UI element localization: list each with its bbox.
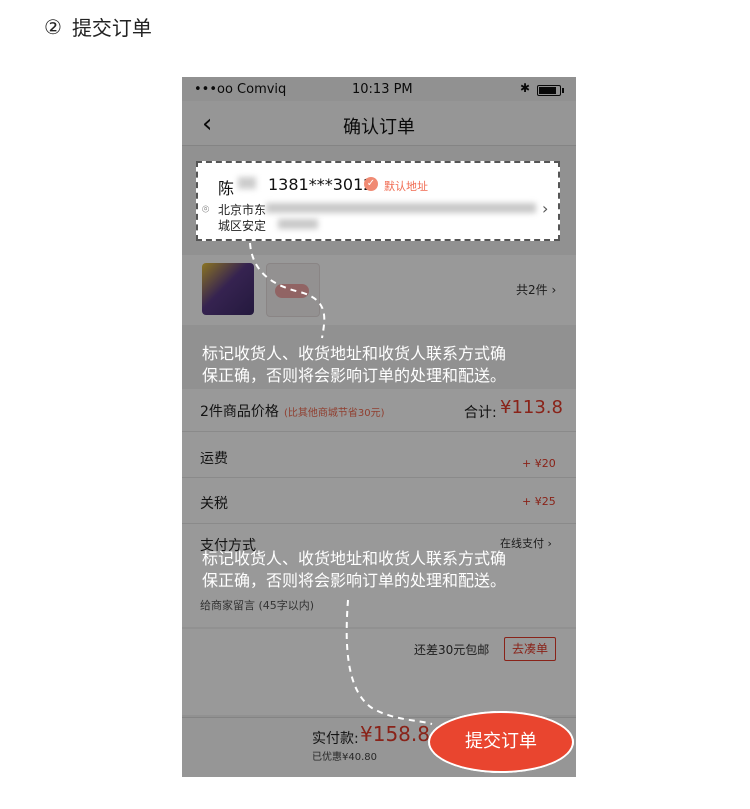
tip-1-line-2: 保正确，否则将会影响订单的处理和配送。 <box>202 366 507 385</box>
submit-order-button[interactable]: 提交订单 <box>430 713 572 771</box>
connector-line-1 <box>249 242 326 339</box>
tip-1-line-1: 标记收货人、收货地址和收货人联系方式确 <box>202 344 507 363</box>
tip-2-line-2: 保正确，否则将会影响订单的处理和配送。 <box>202 571 507 590</box>
connector-line-2 <box>345 599 433 725</box>
tutorial-connectors <box>249 242 433 725</box>
tip-2-line-1: 标记收货人、收货地址和收货人联系方式确 <box>202 549 507 568</box>
tip-text-1: 标记收货人、收货地址和收货人联系方式确 保正确，否则将会影响订单的处理和配送。 <box>202 343 506 387</box>
tip-text-2: 标记收货人、收货地址和收货人联系方式确 保正确，否则将会影响订单的处理和配送。 <box>202 548 506 592</box>
